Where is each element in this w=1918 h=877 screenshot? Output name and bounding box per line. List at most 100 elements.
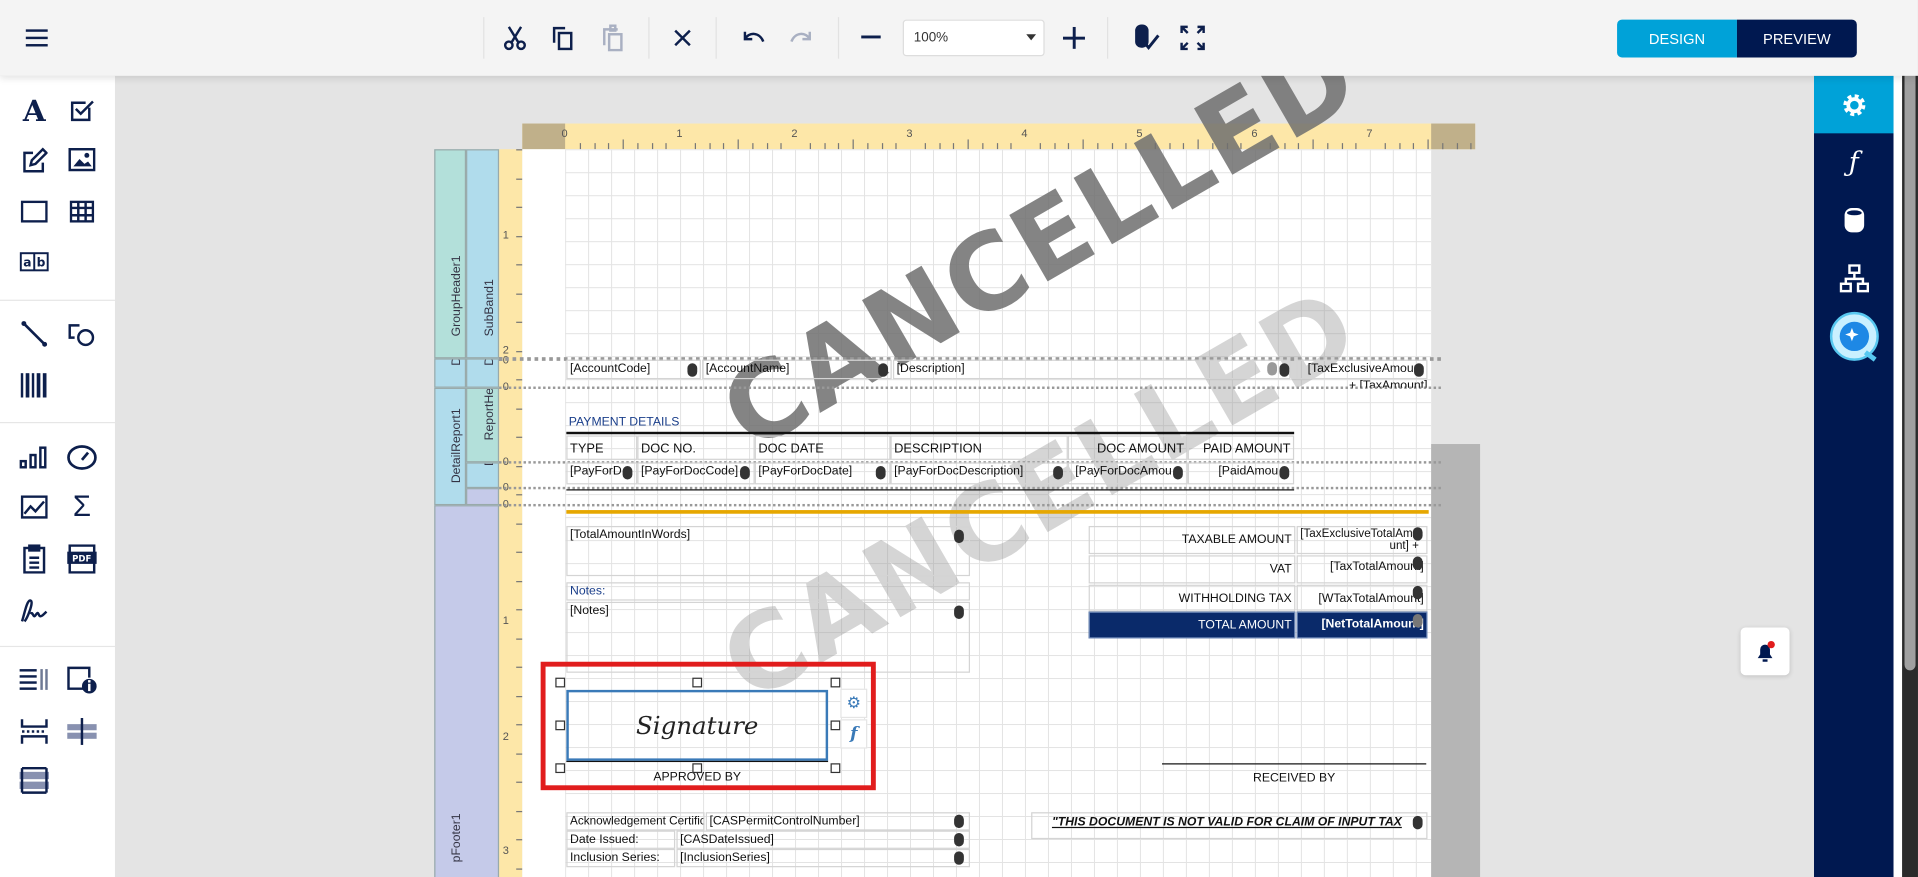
band-label: GroupHeader1 [450, 255, 464, 337]
payment-header-cell[interactable]: TYPE [566, 435, 638, 460]
table-of-contents-tool-icon[interactable] [18, 664, 50, 696]
validate-data-icon[interactable] [1130, 22, 1162, 54]
ruler-tick [1427, 139, 1429, 150]
total-amount-label[interactable]: TOTAL AMOUNT [1088, 611, 1296, 639]
vat-label[interactable]: VAT [1088, 555, 1296, 584]
selection-highlight [540, 661, 876, 791]
band-detail-2[interactable]: De [466, 358, 500, 388]
ruler-tick [1441, 143, 1444, 150]
divider [648, 17, 650, 59]
paste-icon[interactable] [596, 22, 628, 54]
total-amount-words-field[interactable]: [TotalAmountInWords] [566, 525, 970, 577]
withholding-tax-field[interactable]: [WTaxTotalAmount] [1296, 584, 1428, 612]
gauge-tool-icon[interactable] [66, 442, 98, 474]
undo-icon[interactable] [738, 22, 770, 54]
ai-assistant-icon[interactable] [1814, 308, 1894, 364]
report-explorer-hierarchy-icon[interactable] [1814, 251, 1894, 307]
signature-tool-icon[interactable] [18, 594, 50, 626]
taxable-amount-label[interactable]: TAXABLE AMOUNT [1088, 525, 1296, 555]
band-separator[interactable] [499, 503, 1441, 507]
design-button[interactable]: DESIGN [1617, 19, 1737, 58]
band-subband[interactable]: SubBand1 [466, 149, 500, 359]
disclaimer-text[interactable]: "THIS DOCUMENT IS NOT VALID FOR CLAIM OF… [1031, 812, 1428, 840]
taxable-amount-field[interactable]: [TaxExclusiveTotalAmo unt] + [1296, 525, 1428, 555]
description-field[interactable]: [Description] [892, 359, 1291, 380]
properties-gear-icon[interactable] [1814, 75, 1894, 134]
data-source-database-icon[interactable] [1814, 192, 1894, 248]
payment-row-cell[interactable]: [PayForDocDate] [754, 462, 891, 485]
zoom-select[interactable]: 100% [902, 19, 1045, 57]
expressions-function-icon[interactable]: ƒ [1814, 135, 1894, 191]
ruler-tick [852, 139, 854, 150]
band-detail-3[interactable]: De [466, 462, 500, 489]
ruler-tick-label: 1 [676, 127, 683, 140]
payment-row-cell[interactable]: [PayForDocCode] [637, 462, 755, 485]
subreport-tool-icon[interactable] [18, 543, 50, 575]
checkbox-tool-icon[interactable] [66, 94, 98, 126]
ruler-tick [967, 139, 969, 150]
data-bound-icon [1412, 815, 1423, 830]
label-tool-icon[interactable]: A [18, 92, 50, 127]
page-break-tool-icon[interactable] [18, 716, 50, 748]
copy-icon[interactable] [547, 22, 579, 54]
ack-cert-label[interactable]: Acknowledgement Certificate No.: [566, 812, 705, 831]
date-issued-label[interactable]: Date Issued: [566, 830, 676, 849]
vat-field[interactable]: [TaxTotalAmount] [1296, 555, 1428, 584]
total-amount-field[interactable]: [NetTotalAmount] [1296, 611, 1428, 639]
account-code-field[interactable]: [AccountCode] [566, 359, 701, 380]
payment-row-cell[interactable]: [PayForDocDescription] [890, 462, 1068, 485]
account-name-field[interactable]: [AccountName] [702, 359, 892, 380]
band-label: ReportHea [482, 387, 497, 441]
cut-icon[interactable] [499, 22, 531, 54]
page-info-tool-icon[interactable] [66, 664, 98, 696]
received-by-label[interactable]: RECEIVED BY [1162, 771, 1426, 787]
table-bottom-line [566, 489, 1295, 491]
payment-row-cell[interactable]: [PaidAmou [1187, 462, 1295, 485]
notes-label[interactable]: Notes: [566, 582, 970, 601]
sparkline-tool-icon[interactable] [18, 492, 50, 524]
redo-icon[interactable] [785, 22, 817, 54]
preview-button[interactable]: PREVIEW [1736, 19, 1857, 58]
zoom-out-icon[interactable] [856, 22, 888, 54]
summary-tool-icon[interactable]: Σ [66, 491, 98, 524]
band-group-footer[interactable]: pFooter1 [434, 505, 500, 877]
richtext-tool-icon[interactable] [18, 144, 50, 176]
payment-header-cell[interactable]: PAID AMOUNT [1187, 435, 1295, 460]
payment-header-cell[interactable]: DOC DATE [754, 435, 891, 460]
date-issued-field[interactable]: [CASDateIssued] [676, 830, 970, 849]
payment-header-cell[interactable]: DESCRIPTION [890, 435, 1068, 460]
table-tool-icon[interactable] [66, 196, 98, 228]
band-report-header[interactable]: ReportHea [466, 387, 500, 463]
data-bound-icon [1173, 466, 1183, 480]
cross-band-box-tool-icon[interactable] [18, 765, 50, 797]
zoom-in-icon[interactable] [1058, 22, 1090, 54]
fullscreen-icon[interactable] [1177, 22, 1209, 54]
svg-text:a: a [23, 256, 31, 270]
cross-band-line-tool-icon[interactable] [66, 716, 98, 748]
delete-icon[interactable] [667, 22, 699, 54]
band-group-header[interactable]: GroupHeader1 [434, 149, 467, 359]
band-report-footer[interactable]: R [466, 488, 500, 506]
barcode-tool-icon[interactable] [18, 369, 50, 401]
data-bound-icon [954, 814, 964, 829]
ack-cert-field[interactable]: [CASPermitControlNumber] [705, 812, 970, 831]
pdf-tool-icon[interactable]: PDF [66, 543, 98, 575]
scrollbar-thumb[interactable] [1904, 34, 1916, 671]
shape-tool-icon[interactable] [66, 318, 98, 350]
divider [715, 17, 717, 59]
inclusion-series-field[interactable]: [InclusionSeries] [676, 848, 970, 868]
chart-tool-icon[interactable] [18, 442, 50, 474]
inclusion-series-label[interactable]: Inclusion Series: [566, 848, 676, 868]
payment-header-cell[interactable]: DOC AMOUNT [1067, 435, 1188, 460]
notification-bell-icon[interactable] [1740, 627, 1790, 676]
panel-tool-icon[interactable] [18, 196, 50, 228]
payment-row-cell[interactable]: [PayForDocAmou [1067, 462, 1188, 485]
band-detail[interactable]: De [434, 358, 467, 388]
picture-tool-icon[interactable] [66, 144, 98, 176]
band-detail-report[interactable]: DetailReport1 [434, 387, 467, 506]
payment-header-cell[interactable]: DOC NO. [637, 435, 755, 460]
line-tool-icon[interactable] [18, 318, 50, 350]
withholding-tax-label[interactable]: WITHHOLDING TAX [1088, 584, 1296, 612]
character-comb-tool-icon[interactable]: ab [18, 246, 50, 278]
hamburger-menu-icon[interactable] [22, 22, 54, 54]
